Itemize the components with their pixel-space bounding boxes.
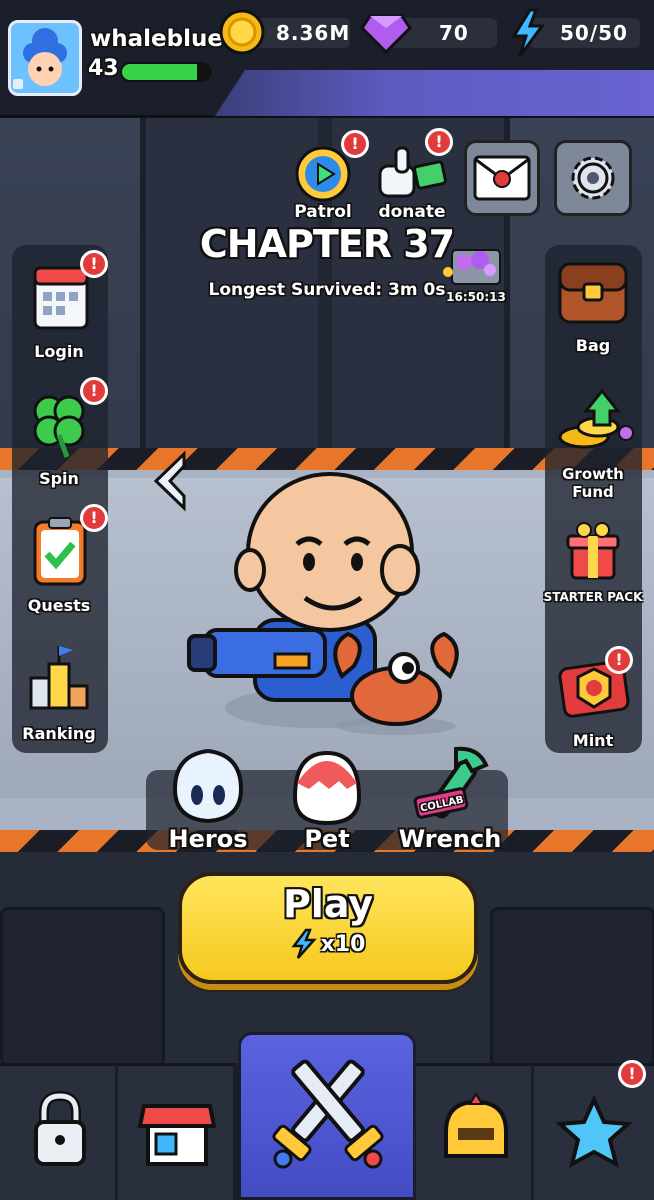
gift-icon (566, 522, 620, 580)
gem-amount: 70 (439, 21, 469, 45)
quests-label: Quests (27, 596, 91, 615)
top-bar: whaleblue 43 8.36M 70 50/50 (0, 0, 654, 118)
lightning-icon (511, 8, 545, 57)
helmet-icon (444, 1092, 508, 1158)
play-cost: x10 (182, 928, 474, 960)
wrench-label: Wrench (398, 825, 502, 853)
donate-label: donate (378, 202, 446, 222)
play-button[interactable]: Play x10 (178, 872, 478, 984)
lock-icon (34, 1090, 86, 1166)
patrol-label: Patrol (294, 202, 352, 222)
nav-hero-tab[interactable] (416, 1063, 534, 1200)
battle-icon (272, 1059, 384, 1169)
bag-icon (558, 262, 628, 324)
starter-pack-button[interactable]: STARTER PACK (541, 520, 645, 604)
gem-icon (360, 14, 412, 54)
lower-panel-right (490, 907, 654, 1067)
growth-fund-label: Growth Fund (562, 465, 624, 501)
crab-pet[interactable] (322, 622, 472, 737)
lightning-icon (291, 928, 317, 959)
hero-slot-icon (172, 748, 244, 824)
coin-icon (219, 9, 265, 55)
egg-icon (292, 750, 362, 826)
growth-fund-button[interactable]: Growth Fund (541, 385, 645, 501)
spin-alert-badge: ! (80, 377, 108, 405)
energy-amount: 50/50 (560, 21, 628, 45)
starter-pack-label: STARTER PACK (543, 590, 643, 604)
mail-icon (473, 155, 531, 201)
top-bar-stripe (215, 70, 654, 116)
shop-icon (137, 1104, 217, 1166)
username: whaleblue (90, 26, 223, 52)
nav-locked-tab[interactable] (0, 1063, 118, 1200)
mint-alert-badge: ! (605, 646, 633, 674)
wrench-button[interactable]: COLLAB Wrench (392, 745, 508, 853)
treasure-chest-icon (443, 249, 501, 285)
bag-button[interactable]: Bag (548, 258, 638, 355)
play-label: Play (282, 882, 374, 926)
talent-alert-badge: ! (618, 1060, 646, 1088)
ranking-label: Ranking (22, 724, 96, 743)
donate-alert-badge: ! (425, 128, 453, 156)
wrench-icon (413, 746, 489, 819)
treasure-chest-button[interactable]: 16:50:13 (432, 238, 520, 308)
mail-button[interactable] (464, 140, 540, 216)
patrol-alert-badge: ! (341, 130, 369, 158)
xp-bar (120, 62, 212, 82)
nav-battle-tab[interactable] (238, 1032, 416, 1200)
heros-label: Heros (168, 825, 248, 853)
avatar[interactable] (8, 20, 82, 96)
heros-button[interactable]: Heros (158, 745, 258, 853)
xp-bar-fill (122, 64, 197, 80)
nav-shop-tab[interactable] (118, 1063, 236, 1200)
gear-icon (571, 156, 615, 200)
coin-amount: 8.36M (276, 21, 351, 45)
mint-label: Mint (572, 731, 614, 750)
player-level: 43 (88, 56, 119, 81)
spin-label: Spin (39, 469, 79, 488)
coins-icon (558, 388, 634, 449)
lower-panel-left (0, 907, 165, 1067)
quests-alert-badge: ! (80, 504, 108, 532)
podium-icon (29, 646, 89, 710)
play-cost-value: x10 (320, 931, 366, 957)
pet-button[interactable]: Pet (280, 745, 374, 853)
chevron-left-icon[interactable] (150, 450, 190, 512)
settings-button[interactable] (554, 140, 632, 216)
ranking-button[interactable]: Ranking (14, 640, 104, 743)
login-alert-badge: ! (80, 250, 108, 278)
login-label: Login (34, 342, 84, 361)
bag-label: Bag (575, 336, 611, 355)
pet-label: Pet (304, 825, 350, 853)
